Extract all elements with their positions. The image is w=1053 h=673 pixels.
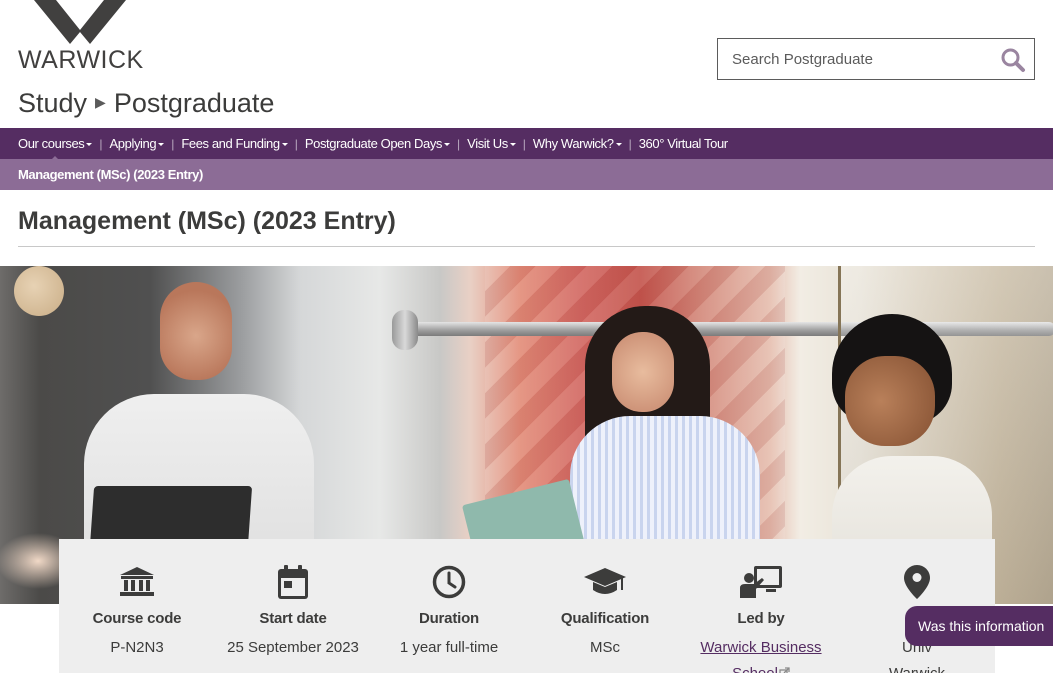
info-value: P-N2N3 [110, 639, 164, 656]
calendar-icon [278, 565, 308, 599]
site-title-parent[interactable]: Study [18, 88, 87, 119]
nav-item-why-warwick[interactable]: Why Warwick? [533, 136, 622, 151]
graduation-cap-icon [584, 568, 626, 594]
location-line-2: Warwick [889, 665, 945, 673]
info-value: Warwick Business School [683, 635, 839, 673]
subnav-item-current[interactable]: Management (MSc) (2023 Entry) [18, 167, 203, 182]
nav-item-label: Our courses [18, 136, 85, 151]
breadcrumb-arrow-icon: ▶ [95, 94, 106, 110]
search-button[interactable] [998, 45, 1028, 75]
nav-item-label: 360° Virtual Tour [638, 136, 728, 151]
site-breadcrumb-title: Study ▶ Postgraduate [18, 88, 274, 119]
map-marker-icon [904, 565, 930, 599]
main-navigation: Our courses | Applying | Fees and Fundin… [0, 128, 1053, 161]
nav-item-label: Visit Us [467, 136, 508, 151]
nav-divider: | [628, 136, 632, 151]
nav-divider: | [457, 136, 461, 151]
info-label: Led by [737, 610, 785, 627]
nav-divider: | [171, 136, 175, 151]
course-key-info: Course code P-N2N3 Start date 25 Septemb… [59, 539, 995, 673]
caret-down-icon [444, 143, 451, 146]
presenter-icon [740, 566, 782, 598]
caret-down-icon [281, 143, 288, 146]
warwick-business-school-link[interactable]: Warwick Business School [700, 639, 822, 673]
nav-divider: | [294, 136, 298, 151]
hero-person-3-face [845, 356, 935, 446]
nav-item-applying[interactable]: Applying [110, 136, 165, 151]
nav-item-label: Applying [109, 136, 157, 151]
info-value: MSc [590, 639, 620, 656]
caret-down-icon [86, 143, 93, 146]
caret-down-icon [158, 143, 165, 146]
page-title: Management (MSc) (2023 Entry) [18, 207, 396, 235]
search-input[interactable] [718, 39, 988, 79]
warwick-logo-mark [34, 0, 126, 44]
caret-down-icon [509, 143, 516, 146]
info-label: Qualification [560, 610, 650, 627]
feedback-button[interactable]: Was this information [905, 606, 1053, 646]
title-divider [18, 246, 1035, 247]
info-duration: Duration 1 year full-time [371, 539, 527, 661]
info-label: Course code [92, 610, 182, 627]
warwick-logo[interactable]: WARWICK [18, 0, 144, 74]
nav-item-virtual-tour[interactable]: 360° Virtual Tour [639, 136, 728, 151]
search-form [717, 38, 1035, 80]
link-text-line-1: Warwick Business [700, 639, 822, 656]
nav-item-label: Postgraduate Open Days [304, 136, 443, 151]
clock-icon [432, 565, 466, 599]
info-label: Duration [418, 610, 480, 627]
nav-divider: | [99, 136, 103, 151]
feedback-label: Was this information [918, 618, 1045, 634]
hero-person-1-head [160, 282, 232, 380]
nav-divider: | [522, 136, 526, 151]
institution-icon [120, 567, 154, 596]
info-value: 25 September 2023 [227, 639, 359, 656]
hero-rail-post [392, 310, 418, 350]
nav-item-open-days[interactable]: Postgraduate Open Days [304, 136, 451, 151]
logo-wordmark: WARWICK [18, 46, 144, 74]
site-title-current[interactable]: Postgraduate [114, 88, 275, 119]
info-course-code: Course code P-N2N3 [59, 539, 215, 661]
info-start-date: Start date 25 September 2023 [215, 539, 371, 661]
external-link-icon [779, 667, 790, 673]
nav-item-label: Fees and Funding [181, 136, 280, 151]
hero-wall-decoration [14, 266, 64, 316]
nav-item-label: Why Warwick? [532, 136, 614, 151]
info-label: Start date [259, 610, 327, 627]
site-header: WARWICK Study ▶ Postgraduate [0, 0, 1053, 128]
info-qualification: Qualification MSc [527, 539, 683, 661]
info-value: 1 year full-time [399, 639, 499, 656]
nav-item-our-courses[interactable]: Our courses [18, 136, 93, 161]
sub-navigation: Management (MSc) (2023 Entry) [0, 159, 1053, 190]
info-led-by: Led by Warwick Business School [683, 539, 839, 673]
caret-down-icon [615, 143, 622, 146]
search-icon [1001, 48, 1025, 72]
nav-item-fees-and-funding[interactable]: Fees and Funding [181, 136, 288, 151]
nav-item-visit-us[interactable]: Visit Us [467, 136, 516, 151]
link-text-line-2: School [732, 665, 778, 673]
hero-person-2-face [612, 332, 674, 412]
